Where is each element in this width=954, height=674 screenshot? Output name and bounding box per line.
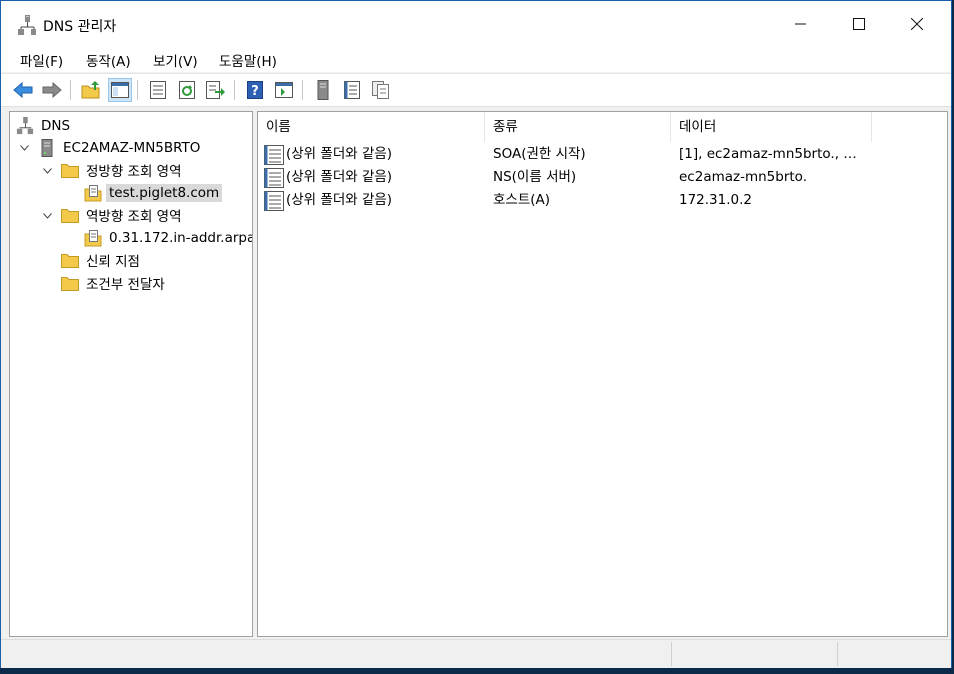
- dns-record-icon: [264, 145, 284, 165]
- documents-icon: [372, 81, 389, 99]
- toolbar-separator: [234, 80, 235, 100]
- properties-icon: [150, 81, 166, 99]
- dns-manager-window: DNS 관리자 파일(F) 동작(A) 보기(V) 도움말(H) ? DNS E…: [0, 0, 952, 668]
- toolbar: ?: [1, 73, 951, 107]
- chevron-down-icon: [42, 213, 52, 219]
- back-button[interactable]: [11, 78, 35, 102]
- chevron-down-icon: [19, 145, 29, 151]
- tree-label-forward-zones: 정방향 조회 영역: [86, 164, 182, 180]
- close-icon: [911, 17, 923, 30]
- arrow-left-icon: [13, 82, 33, 98]
- record-type: NS(이름 서버): [493, 169, 577, 185]
- console-tree-icon: [111, 82, 129, 98]
- export-list-button[interactable]: [204, 78, 228, 102]
- folder-icon: [61, 164, 79, 178]
- tree-label-conditional-forwarders: 조건부 전달자: [86, 277, 165, 293]
- server-icon: [41, 139, 53, 157]
- tree-node-trust-points[interactable]: 신뢰 지점: [61, 250, 143, 270]
- dns-app-icon: [18, 15, 36, 35]
- table-row[interactable]: (상위 폴더와 같음) 호스트(A) 172.31.0.2: [258, 189, 947, 212]
- tree-expander-reverse-zones[interactable]: [42, 211, 52, 221]
- toolbar-separator: [302, 80, 303, 100]
- show-action-pane-button[interactable]: [272, 78, 296, 102]
- folder-icon: [61, 277, 79, 291]
- title-bar[interactable]: DNS 관리자: [1, 1, 951, 46]
- record-data: ec2amaz-mn5brto.: [679, 169, 807, 185]
- dns-icon: [16, 117, 34, 135]
- menu-file[interactable]: 파일(F): [20, 50, 63, 70]
- tree-expander-forward-zones[interactable]: [42, 166, 52, 176]
- menu-action[interactable]: 동작(A): [86, 50, 131, 70]
- tree-expander-server[interactable]: [19, 143, 29, 153]
- tree-node-server[interactable]: EC2AMAZ-MN5BRTO: [38, 138, 203, 158]
- record-type: SOA(권한 시작): [493, 146, 586, 162]
- menu-help[interactable]: 도움말(H): [219, 50, 277, 70]
- menu-bar: 파일(F) 동작(A) 보기(V) 도움말(H): [1, 46, 951, 72]
- record-list-icon: [344, 81, 360, 99]
- maximize-icon: [853, 17, 865, 30]
- window-title: DNS 관리자: [43, 19, 117, 35]
- tree-label-reverse-zone-item: 0.31.172.in-addr.arpa: [109, 230, 253, 246]
- tree-label-reverse-zones: 역방향 조회 영역: [86, 209, 182, 225]
- record-list-button[interactable]: [340, 78, 364, 102]
- record-list-view[interactable]: 이름 종류 데이터 (상위 폴더와 같음) SOA(권한 시작) [1], ec…: [257, 111, 948, 637]
- status-panel: [837, 642, 952, 666]
- status-panel: [671, 642, 837, 666]
- refresh-icon: [179, 81, 195, 99]
- record-name: (상위 폴더와 같음): [286, 169, 393, 185]
- folder-up-icon: [81, 81, 100, 99]
- toolbar-separator: [70, 80, 71, 100]
- tree-label-server: EC2AMAZ-MN5BRTO: [63, 140, 201, 156]
- record-name: (상위 폴더와 같음): [286, 146, 393, 162]
- tree-label-dns: DNS: [41, 118, 71, 134]
- refresh-button[interactable]: [175, 78, 199, 102]
- tree-node-dns[interactable]: DNS: [16, 116, 73, 136]
- up-one-level-button[interactable]: [79, 78, 103, 102]
- properties-button[interactable]: [146, 78, 170, 102]
- tree-node-reverse-zone-item[interactable]: 0.31.172.in-addr.arpa: [84, 228, 253, 248]
- chevron-down-icon: [42, 168, 52, 174]
- record-data: 172.31.0.2: [679, 192, 752, 208]
- column-header-name[interactable]: 이름: [258, 112, 485, 142]
- minimize-button[interactable]: [772, 1, 830, 46]
- minimize-icon: [795, 23, 806, 24]
- status-bar: [1, 639, 951, 668]
- tree-label-forward-zone-item: test.piglet8.com: [106, 184, 223, 202]
- dns-record-icon: [264, 191, 284, 211]
- zone-icon: [84, 185, 102, 202]
- menu-view[interactable]: 보기(V): [153, 50, 198, 70]
- server-icon: [317, 80, 329, 100]
- toolbar-separator: [137, 80, 138, 100]
- table-row[interactable]: (상위 폴더와 같음) SOA(권한 시작) [1], ec2amaz-mn5b…: [258, 143, 947, 166]
- server-button[interactable]: [311, 78, 335, 102]
- zone-icon: [84, 230, 102, 247]
- record-type: 호스트(A): [493, 192, 551, 208]
- folder-icon: [61, 209, 79, 223]
- column-header-data[interactable]: 데이터: [671, 112, 872, 142]
- tree-node-reverse-zones[interactable]: 역방향 조회 영역: [61, 205, 185, 225]
- table-row[interactable]: (상위 폴더와 같음) NS(이름 서버) ec2amaz-mn5brto.: [258, 166, 947, 189]
- maximize-button[interactable]: [830, 1, 888, 46]
- tree-label-trust-points: 신뢰 지점: [86, 254, 140, 270]
- help-button[interactable]: ?: [243, 78, 267, 102]
- show-hide-console-tree-button[interactable]: [108, 78, 132, 102]
- console-tree[interactable]: DNS EC2AMAZ-MN5BRTO 정방향 조회 영역 test.pigle…: [9, 111, 253, 637]
- tree-node-forward-zone-test-piglet8[interactable]: test.piglet8.com: [84, 183, 223, 203]
- record-data: [1], ec2amaz-mn5brto., hos...: [679, 146, 864, 162]
- action-pane-icon: [275, 82, 293, 98]
- arrow-right-icon: [42, 82, 62, 98]
- folder-icon: [61, 254, 79, 268]
- svg-text:?: ?: [251, 84, 259, 99]
- help-icon: ?: [247, 81, 263, 99]
- column-header-type[interactable]: 종류: [485, 112, 671, 142]
- record-name: (상위 폴더와 같음): [286, 192, 393, 208]
- tree-node-conditional-forwarders[interactable]: 조건부 전달자: [61, 273, 168, 293]
- new-record-button[interactable]: [369, 78, 393, 102]
- dns-record-icon: [264, 168, 284, 188]
- tree-node-forward-zones[interactable]: 정방향 조회 영역: [61, 160, 185, 180]
- forward-button[interactable]: [40, 78, 64, 102]
- close-button[interactable]: [888, 1, 946, 46]
- export-icon: [206, 81, 225, 99]
